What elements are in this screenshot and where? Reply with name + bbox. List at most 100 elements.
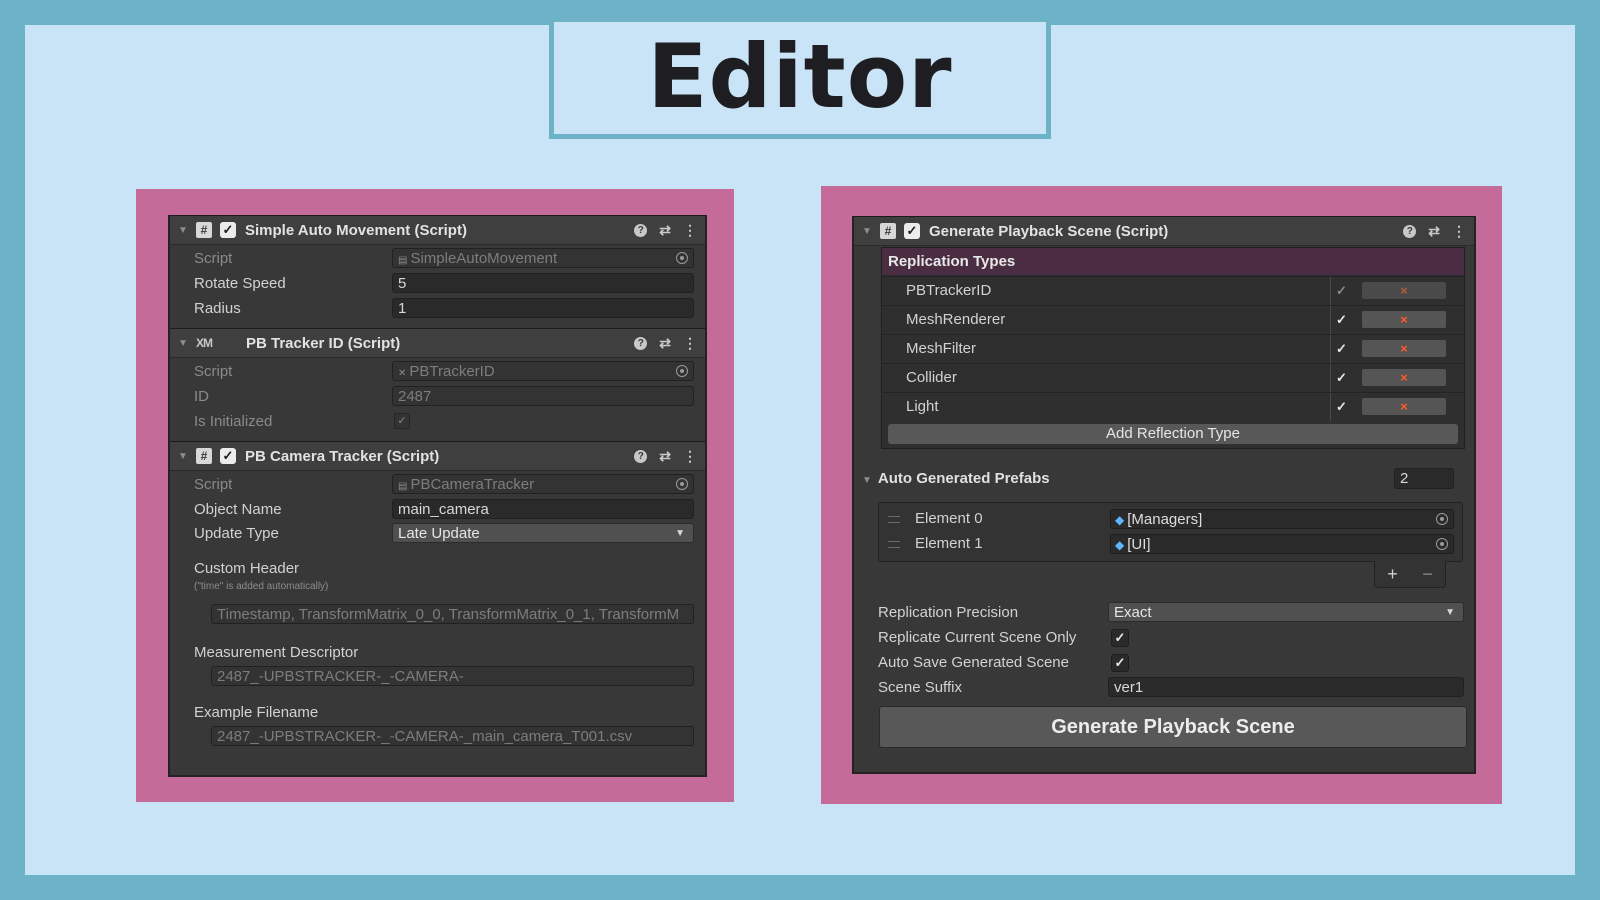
scene-suffix-input[interactable]: ver1	[1108, 677, 1464, 697]
field-value: SimpleAutoMovement	[410, 250, 558, 267]
remove-button[interactable]: ×	[1362, 398, 1446, 415]
component-header-pb-tracker-id[interactable]: ▼ XM PB Tracker ID (Script) ? ⇄ ⋮	[170, 328, 705, 358]
field-label: Replicate Current Scene Only	[878, 628, 1077, 646]
field-label: Update Type	[194, 524, 279, 542]
help-icon[interactable]: ?	[634, 223, 648, 237]
field-value: PBTrackerID	[409, 363, 495, 380]
replication-type-name: Light	[906, 398, 939, 415]
field-row-rotate-speed: Rotate Speed 5	[170, 271, 705, 295]
radius-input[interactable]: 1	[392, 298, 694, 318]
component-enabled-checkbox[interactable]: ✓	[904, 223, 920, 239]
header-tools: ? ⇄ ⋮	[634, 216, 697, 244]
chevron-down-icon: ▼	[1445, 607, 1455, 618]
drag-handle-icon[interactable]	[888, 516, 900, 523]
script-reference-field[interactable]: ▤ PBCameraTracker	[392, 474, 694, 494]
object-picker-icon[interactable]	[1436, 538, 1448, 550]
component-title: PB Tracker ID (Script)	[246, 334, 401, 352]
replication-type-name: Collider	[906, 369, 957, 386]
field-label: Scene Suffix	[878, 678, 962, 696]
script-file-icon: ▤	[398, 481, 408, 492]
xm-small-icon: ✕	[398, 368, 407, 379]
auto-save-generated-scene-checkbox[interactable]: ✓	[1111, 654, 1129, 672]
foldout-arrow-icon[interactable]: ▼	[862, 226, 874, 237]
presets-icon[interactable]: ⇄	[659, 222, 671, 239]
kebab-menu-icon[interactable]: ⋮	[683, 448, 697, 465]
remove-button[interactable]: ×	[1362, 369, 1446, 386]
replication-type-row: MeshFilter ✓ ×	[882, 334, 1464, 363]
field-label: Replication Precision	[878, 603, 1019, 621]
list-item: Element 1 ◆ [UI]	[879, 531, 1462, 556]
remove-button[interactable]: ×	[1362, 340, 1446, 357]
column-divider	[1330, 364, 1331, 392]
drag-handle-icon[interactable]	[888, 541, 900, 548]
add-element-button[interactable]: +	[1387, 564, 1398, 585]
remove-button[interactable]: ×	[1362, 282, 1446, 299]
prefabs-size-input[interactable]: 2	[1394, 468, 1454, 489]
prefab-object-field[interactable]: ◆ [UI]	[1110, 534, 1454, 554]
object-name-input[interactable]: main_camera	[392, 499, 694, 519]
help-icon[interactable]: ?	[1403, 224, 1417, 238]
remove-element-button[interactable]: −	[1422, 564, 1433, 585]
field-label: Script	[194, 362, 233, 380]
custom-header-note: ("time" is added automatically)	[194, 581, 329, 592]
component-enabled-checkbox[interactable]: ✓	[220, 448, 236, 464]
foldout-arrow-icon[interactable]: ▼	[178, 451, 190, 462]
prefab-object-field[interactable]: ◆ [Managers]	[1110, 509, 1454, 529]
prefab-cube-icon: ◆	[1115, 538, 1125, 552]
help-icon[interactable]: ?	[634, 449, 648, 463]
dropdown-value: Late Update	[398, 525, 480, 542]
field-label: Is Initialized	[194, 412, 273, 430]
presets-icon[interactable]: ⇄	[659, 448, 671, 465]
column-divider	[1330, 277, 1331, 305]
prefab-value: [Managers]	[1127, 511, 1203, 528]
kebab-menu-icon[interactable]: ⋮	[683, 335, 697, 352]
replication-type-checkbox[interactable]: ✓	[1336, 370, 1347, 386]
component-header-generate-playback-scene[interactable]: ▼ # ✓ Generate Playback Scene (Script) ?…	[854, 216, 1474, 246]
component-title: PB Camera Tracker (Script)	[245, 447, 440, 465]
replication-type-checkbox[interactable]: ✓	[1336, 283, 1347, 299]
component-enabled-checkbox[interactable]: ✓	[220, 222, 236, 238]
help-icon[interactable]: ?	[634, 336, 648, 350]
foldout-arrow-icon[interactable]: ▼	[862, 475, 872, 486]
rotate-speed-input[interactable]: 5	[392, 273, 694, 293]
field-label: Object Name	[194, 500, 282, 518]
custom-header-field[interactable]: Timestamp, TransformMatrix_0_0, Transfor…	[211, 604, 694, 624]
replication-precision-dropdown[interactable]: Exact ▼	[1108, 602, 1464, 622]
element-label: Element 0	[915, 510, 983, 527]
field-row-script: Script ✕ PBTrackerID	[170, 359, 705, 383]
replication-type-checkbox[interactable]: ✓	[1336, 312, 1347, 328]
object-picker-icon[interactable]	[676, 478, 688, 490]
replication-type-row: Collider ✓ ×	[882, 363, 1464, 392]
generate-playback-scene-button[interactable]: Generate Playback Scene	[879, 706, 1467, 748]
custom-header-label: Custom Header	[194, 559, 300, 577]
presets-icon[interactable]: ⇄	[659, 335, 671, 352]
foldout-arrow-icon[interactable]: ▼	[178, 225, 190, 236]
replication-types-box: Replication Types PBTrackerID ✓ × MeshRe…	[881, 247, 1465, 449]
remove-button[interactable]: ×	[1362, 311, 1446, 328]
object-picker-icon[interactable]	[676, 252, 688, 264]
column-divider	[1330, 393, 1331, 421]
field-label: ID	[194, 387, 209, 405]
object-picker-icon[interactable]	[1436, 513, 1448, 525]
field-label: Radius	[194, 299, 241, 317]
foldout-arrow-icon[interactable]: ▼	[178, 338, 190, 349]
script-file-icon: ▤	[398, 255, 408, 266]
update-type-dropdown[interactable]: Late Update ▼	[392, 523, 694, 543]
add-reflection-type-button[interactable]: Add Reflection Type	[888, 424, 1458, 444]
script-reference-field[interactable]: ✕ PBTrackerID	[392, 361, 694, 381]
replicate-current-scene-only-checkbox[interactable]: ✓	[1111, 629, 1129, 647]
auto-save-generated-scene-row: Auto Save Generated Scene ✓	[854, 650, 1474, 674]
component-header-simple-auto-movement[interactable]: ▼ # ✓ Simple Auto Movement (Script) ? ⇄ …	[170, 215, 705, 245]
replication-type-checkbox[interactable]: ✓	[1336, 399, 1347, 415]
script-icon: #	[880, 223, 896, 239]
auto-generated-prefabs-header[interactable]: ▼ Auto Generated Prefabs	[862, 468, 1050, 490]
replication-type-checkbox[interactable]: ✓	[1336, 341, 1347, 357]
presets-icon[interactable]: ⇄	[1428, 223, 1440, 240]
header-tools: ? ⇄ ⋮	[1403, 217, 1466, 245]
kebab-menu-icon[interactable]: ⋮	[1452, 223, 1466, 240]
component-header-pb-camera-tracker[interactable]: ▼ # ✓ PB Camera Tracker (Script) ? ⇄ ⋮	[170, 441, 705, 471]
kebab-menu-icon[interactable]: ⋮	[683, 222, 697, 239]
field-row-script: Script ▤ SimpleAutoMovement	[170, 246, 705, 270]
object-picker-icon[interactable]	[676, 365, 688, 377]
script-reference-field[interactable]: ▤ SimpleAutoMovement	[392, 248, 694, 268]
